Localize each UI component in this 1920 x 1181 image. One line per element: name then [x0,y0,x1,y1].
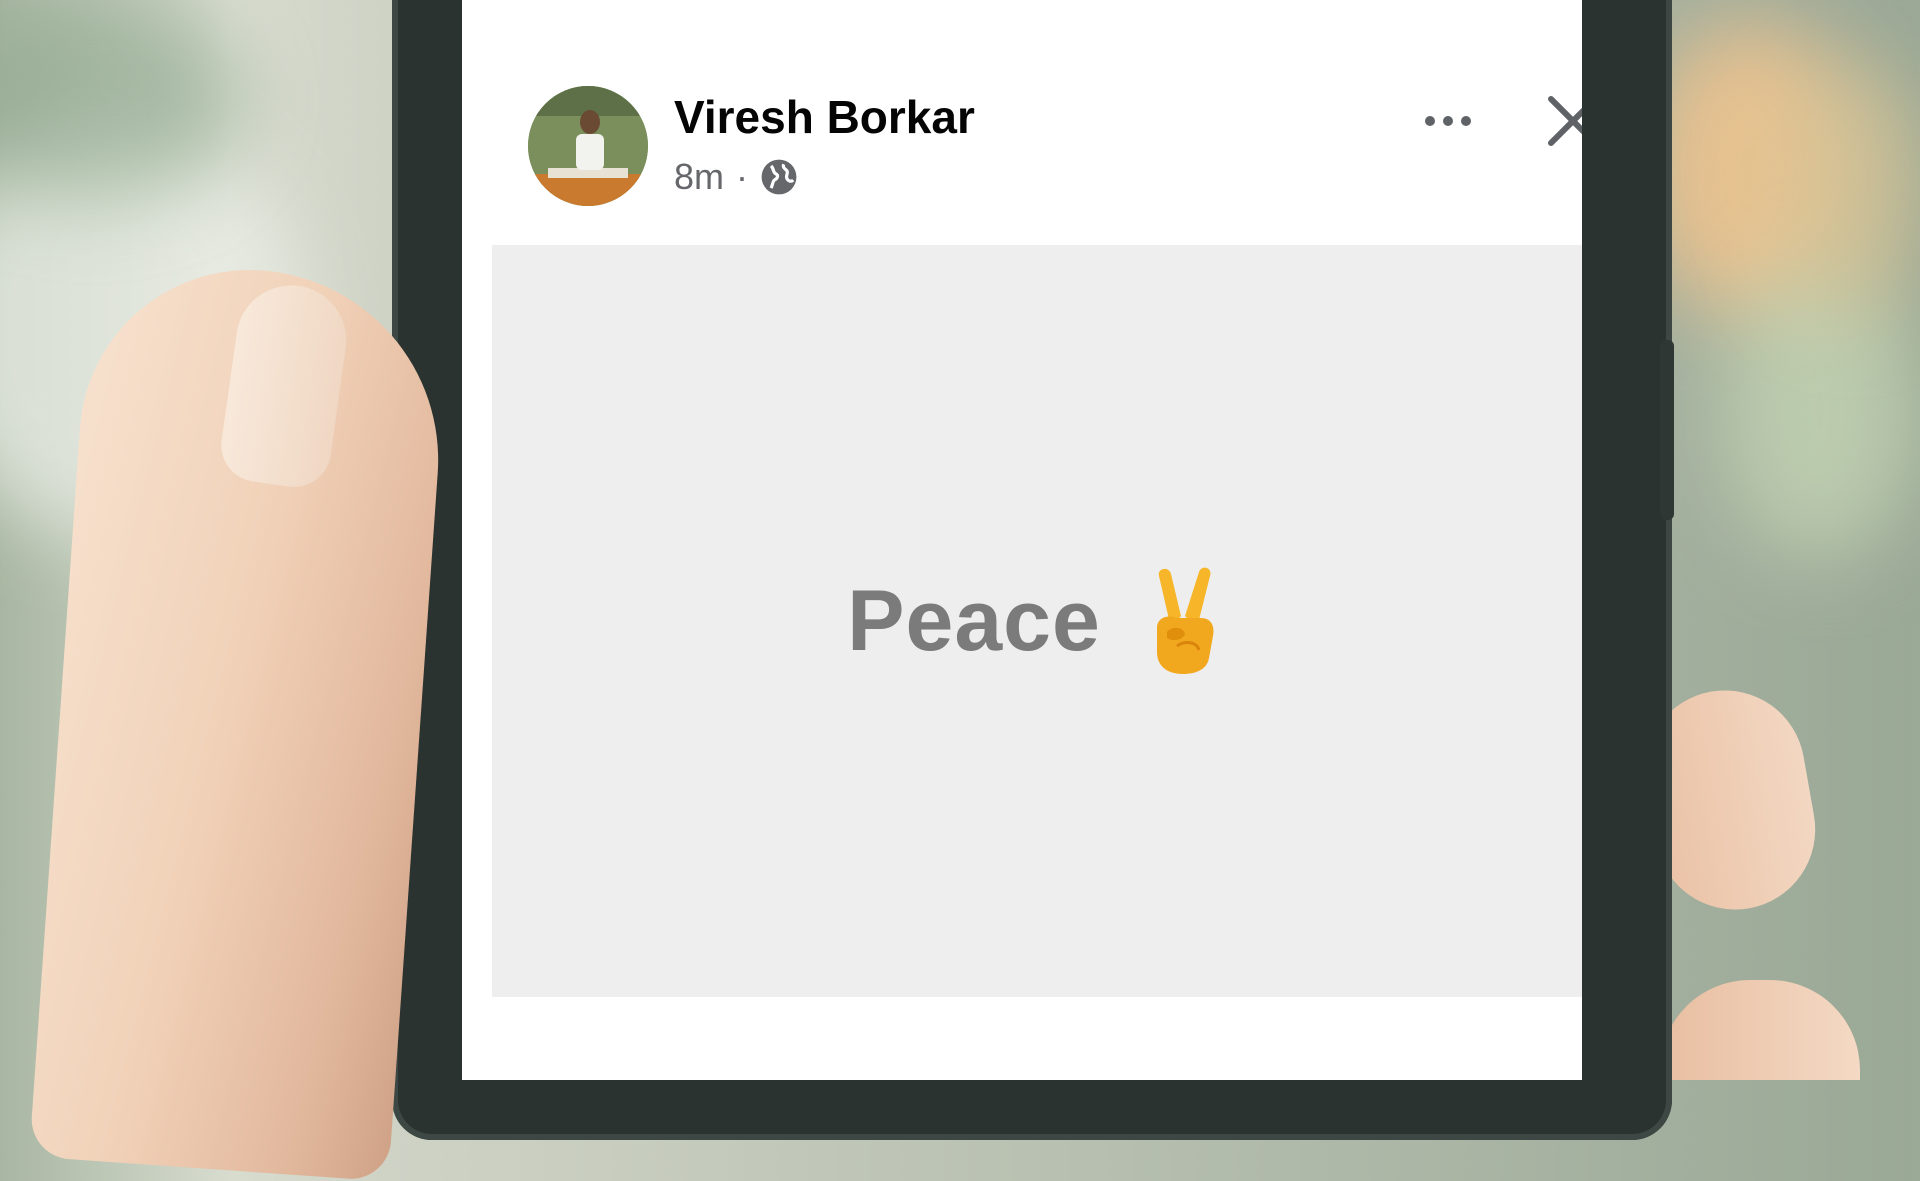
post-text: Peace [847,566,1227,676]
phone-screen: Viresh Borkar 8m · Peace [462,0,1582,1080]
globe-icon[interactable] [760,158,798,196]
close-button[interactable] [1538,86,1582,156]
more-options-button[interactable] [1408,96,1488,146]
post-header: Viresh Borkar 8m · [528,86,1582,216]
avatar[interactable] [528,86,648,206]
more-dot [1443,116,1453,126]
post-text-card[interactable]: Peace [492,245,1582,997]
victory-hand-emoji [1137,566,1227,676]
more-dot [1461,116,1471,126]
close-icon [1548,96,1582,146]
post-text-content: Peace [847,572,1101,669]
post-meta: 8m · [674,156,798,198]
right-finger [1660,980,1860,1080]
meta-separator: · [736,156,749,197]
author-name[interactable]: Viresh Borkar [674,90,975,144]
more-dot [1425,116,1435,126]
phone-side-button [1660,340,1674,520]
bokeh-light [1770,60,1920,320]
post-time[interactable]: 8m [674,156,724,198]
